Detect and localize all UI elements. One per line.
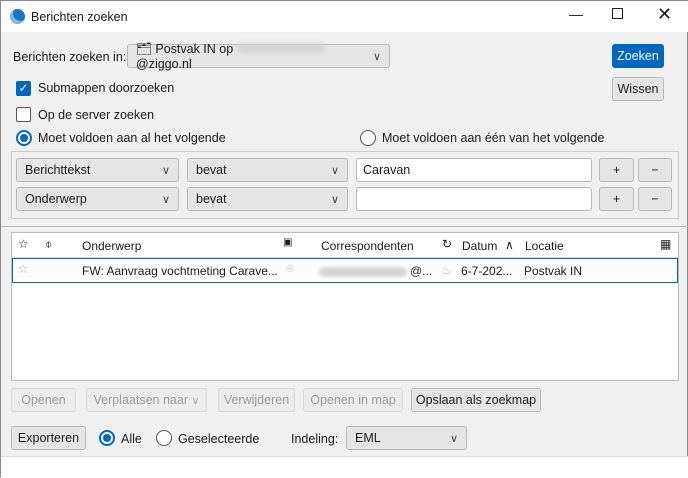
table-header: ☆ ⌽ Onderwerp ▣ Correspondenten ↻ Datum … bbox=[12, 233, 678, 258]
read-status-icon[interactable]: ◎ bbox=[286, 263, 294, 274]
column-date[interactable]: Datum bbox=[462, 239, 497, 253]
results-table: ☆ ⌽ Onderwerp ▣ Correspondenten ↻ Datum … bbox=[11, 232, 679, 381]
row-location: Postvak IN bbox=[524, 264, 583, 278]
column-correspondents[interactable]: Correspondenten bbox=[321, 239, 414, 253]
open-in-folder-button[interactable]: Openen in map bbox=[303, 388, 403, 412]
close-button[interactable]: ✕ bbox=[657, 4, 672, 25]
add-criteria-button[interactable]: + bbox=[599, 187, 634, 211]
export-all-radio[interactable] bbox=[99, 430, 115, 446]
clear-button[interactable]: Wissen bbox=[612, 77, 664, 101]
column-subject[interactable]: Onderwerp bbox=[82, 239, 141, 253]
subfolders-label: Submappen doorzoeken bbox=[38, 81, 175, 95]
column-location[interactable]: Locatie bbox=[525, 239, 564, 253]
server-label: Op de server zoeken bbox=[38, 108, 155, 122]
open-button[interactable]: Openen bbox=[11, 388, 76, 412]
export-all-label: Alle bbox=[121, 432, 142, 446]
folder-icon: 🗂 bbox=[136, 41, 152, 56]
status-bar bbox=[1, 456, 688, 478]
criteria-field-select[interactable]: Berichttekst ∨ bbox=[16, 158, 179, 182]
subfolders-checkbox[interactable]: ✓ bbox=[16, 81, 31, 96]
search-in-label: Berichten zoeken in: bbox=[13, 50, 127, 64]
remove-criteria-button[interactable]: − bbox=[638, 187, 672, 211]
star-column-icon[interactable]: ☆ bbox=[18, 237, 29, 251]
thunderbird-logo-icon bbox=[10, 9, 25, 24]
format-select[interactable]: EML ∨ bbox=[346, 426, 467, 450]
criteria-value-input[interactable] bbox=[356, 187, 592, 211]
criteria-operator-select[interactable]: bevat ∨ bbox=[187, 158, 348, 182]
chevron-down-icon: ∨ bbox=[372, 50, 381, 63]
match-any-radio[interactable] bbox=[360, 130, 376, 146]
splitter[interactable] bbox=[1, 226, 688, 227]
search-button[interactable]: Zoeken bbox=[612, 44, 664, 68]
export-selected-radio[interactable] bbox=[156, 430, 172, 446]
criteria-field-select[interactable]: Onderwerp ∨ bbox=[16, 187, 179, 211]
chevron-down-icon: ∨ bbox=[449, 432, 458, 445]
minimize-button[interactable]: — bbox=[569, 6, 583, 22]
row-subject: FW: Aanvraag vochtmeting Carave... bbox=[82, 264, 278, 278]
row-correspondent-suffix: @... bbox=[410, 264, 433, 278]
row-date: 6-7-202... bbox=[461, 264, 513, 278]
export-selected-label: Geselecteerde bbox=[178, 432, 260, 446]
junk-column-icon[interactable]: ▣ bbox=[283, 237, 292, 248]
star-icon[interactable]: ☆ bbox=[18, 262, 29, 276]
maximize-button[interactable] bbox=[612, 8, 623, 19]
move-to-button[interactable]: Verplaatsen naar ∨ bbox=[86, 388, 207, 412]
redacted-correspondent bbox=[319, 266, 407, 280]
thread-icon: ♨ bbox=[441, 263, 452, 277]
column-picker-icon[interactable]: ▦ bbox=[660, 237, 671, 251]
delete-button[interactable]: Verwijderen bbox=[218, 388, 295, 412]
save-as-search-folder-button[interactable]: Opslaan als zoekmap bbox=[411, 388, 541, 412]
title-bar: Berichten zoeken — ✕ bbox=[1, 1, 688, 32]
chevron-down-icon: ∨ bbox=[161, 193, 170, 206]
server-checkbox[interactable] bbox=[16, 107, 31, 122]
match-all-label: Moet voldoen aan al het volgende bbox=[38, 131, 226, 145]
add-criteria-button[interactable]: + bbox=[599, 158, 634, 182]
folder-select[interactable]: 🗂 Postvak IN op @ziggo.nl ∨ bbox=[127, 41, 390, 71]
format-label: Indeling: bbox=[291, 432, 339, 446]
folder-prefix: Postvak IN op bbox=[155, 41, 234, 56]
chevron-down-icon: ∨ bbox=[161, 164, 170, 177]
match-all-radio[interactable] bbox=[16, 130, 32, 146]
criteria-value-input[interactable]: Caravan bbox=[356, 158, 592, 182]
attachment-column-icon[interactable]: ⌽ bbox=[45, 237, 52, 252]
window-title: Berichten zoeken bbox=[31, 10, 128, 24]
export-button[interactable]: Exporteren bbox=[11, 426, 86, 450]
thread-column-icon[interactable]: ↻ bbox=[442, 237, 452, 251]
sort-ascending-icon: ∧ bbox=[505, 238, 514, 252]
chevron-down-icon: ∨ bbox=[191, 394, 200, 407]
match-any-label: Moet voldoen aan één van het volgende bbox=[382, 131, 605, 145]
folder-suffix: @ziggo.nl bbox=[136, 56, 192, 71]
redacted-email bbox=[236, 42, 325, 53]
remove-criteria-button[interactable]: − bbox=[638, 158, 672, 182]
chevron-down-icon: ∨ bbox=[330, 193, 339, 206]
criteria-operator-select[interactable]: bevat ∨ bbox=[187, 187, 348, 211]
table-row[interactable]: ☆ FW: Aanvraag vochtmeting Carave... ◎ @… bbox=[12, 258, 678, 283]
chevron-down-icon: ∨ bbox=[330, 164, 339, 177]
